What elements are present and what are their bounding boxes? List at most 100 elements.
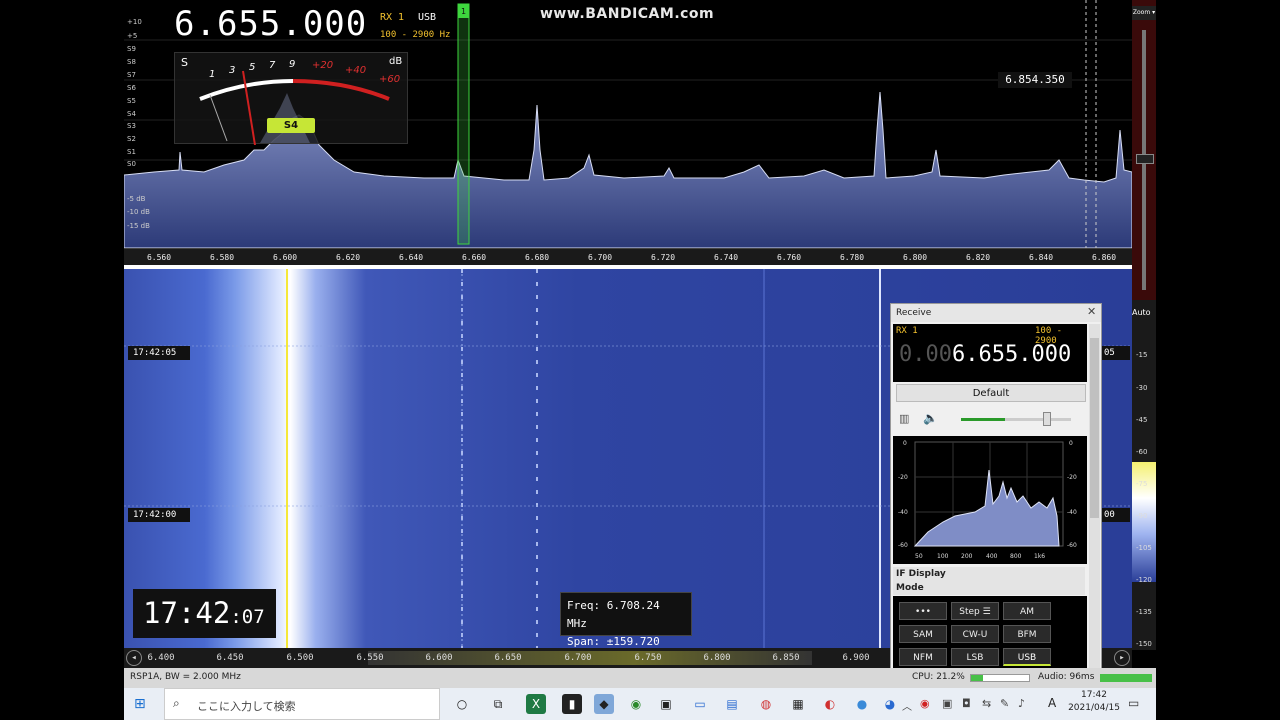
if-x-label: 800: [1010, 553, 1022, 560]
tray-app-icon[interactable]: ▣: [942, 697, 952, 710]
tray-chevron-icon[interactable]: ︿: [902, 698, 912, 713]
windows-taskbar: ⊞ ⌕ ここに入力して検索 ○ ⧉ X ▮ ◆ ◉ ▣ ▭ ▤ ◍ ▦ ◐ ● …: [124, 688, 1156, 720]
close-icon[interactable]: ✕: [1087, 305, 1096, 318]
if-spectrum: 0 -20 -40 -60 0 -20 -40 -60 50 100 200 4…: [893, 436, 1087, 564]
pen-icon[interactable]: ✎: [1000, 697, 1009, 710]
mode-lsb-button[interactable]: LSB: [951, 648, 999, 666]
taskbar-clock[interactable]: 17:42 2021/04/15: [1064, 690, 1124, 713]
speaker-icon[interactable]: 🔈: [923, 411, 938, 425]
radio-app-icon[interactable]: ◍: [756, 694, 776, 714]
db-scale-label: +10: [127, 18, 142, 26]
note-app-icon[interactable]: ◆: [594, 694, 614, 714]
level-scale-label: -105: [1136, 544, 1152, 552]
if-y-label: -20: [898, 474, 908, 481]
camera-icon[interactable]: ◘: [962, 697, 971, 710]
app-icon-blue[interactable]: ●: [852, 694, 872, 714]
volume-slider-handle[interactable]: [1043, 412, 1051, 426]
remote-desktop-icon[interactable]: ▭: [690, 694, 710, 714]
if-x-label: 1k6: [1034, 553, 1046, 560]
s-meter-s-label: S: [181, 56, 188, 69]
level-scale-label: -135: [1136, 608, 1152, 616]
ruler-tick-label: 6.660: [461, 253, 487, 262]
ruler-tick-label: 6.620: [335, 253, 361, 262]
level-scale-label: -120: [1136, 576, 1152, 584]
mode-usb-button[interactable]: USB: [1003, 648, 1051, 666]
default-profile-button[interactable]: Default: [896, 384, 1086, 402]
zoom-slider-handle[interactable]: [1136, 154, 1154, 164]
device-status: RSP1A, BW = 2.000 MHz: [130, 672, 241, 682]
overview-tick-label: 6.450: [216, 653, 244, 663]
db-scale-label: S3: [127, 122, 136, 130]
more-modes-button[interactable]: •••: [899, 602, 947, 620]
receive-panel-scrollbar[interactable]: [1089, 324, 1100, 669]
scroll-left-icon[interactable]: ◂: [126, 650, 142, 666]
mode-sam-button[interactable]: SAM: [899, 625, 947, 643]
scroll-right-icon[interactable]: ▸: [1114, 650, 1130, 666]
level-scale-label: -45: [1136, 416, 1148, 424]
step-button[interactable]: Step ☰: [951, 602, 999, 620]
if-spectrum-plot: [913, 441, 1064, 547]
level-scale-label: -90: [1136, 512, 1148, 520]
mode-am-button[interactable]: AM: [1003, 602, 1051, 620]
app-icon[interactable]: ▮: [562, 694, 582, 714]
mode-nfm-button[interactable]: NFM: [899, 648, 947, 666]
explorer-icon[interactable]: ▤: [722, 694, 742, 714]
audio-status: Audio: 96ms: [1038, 672, 1095, 682]
receive-panel-title[interactable]: Receive: [891, 304, 1101, 322]
ruler-tick-label: 6.560: [146, 253, 172, 262]
mode-section[interactable]: Mode: [893, 581, 1085, 595]
cortana-icon[interactable]: ○: [452, 694, 472, 714]
waterfall-timestamp: 17:42:00: [128, 508, 190, 522]
ime-indicator[interactable]: A: [1048, 696, 1056, 710]
app-icon-red[interactable]: ◐: [820, 694, 840, 714]
mode-bfm-button[interactable]: BFM: [1003, 625, 1051, 643]
volume-icon[interactable]: ♪: [1018, 697, 1025, 710]
level-scale-label: -75: [1136, 480, 1148, 488]
spectrum-frequency-ruler[interactable]: 6.560 6.580 6.600 6.620 6.640 6.660 6.680 6.700…: [124, 248, 1132, 266]
overview-tick-label: 6.800: [703, 653, 731, 663]
s-meter-db-label: dB: [389, 56, 403, 67]
network-icon[interactable]: ⇆: [982, 697, 991, 710]
ruler-tick-label: 6.800: [902, 253, 928, 262]
cpu-status: CPU: 21.2%: [912, 672, 965, 682]
mode-cwu-button[interactable]: CW-U: [951, 625, 999, 643]
scrollbar-thumb[interactable]: [1090, 338, 1099, 518]
receive-frequency-display[interactable]: RX 1 100 - 2900 0.006.655.000: [893, 324, 1087, 382]
zoom-dropdown[interactable]: Zoom ▾: [1132, 6, 1156, 20]
app-icon-sphere[interactable]: ◕: [880, 694, 900, 714]
level-scale-label: -30: [1136, 384, 1148, 392]
main-frequency-display[interactable]: 6.655.000: [174, 4, 367, 44]
ruler-tick-label: 6.680: [524, 253, 550, 262]
db-scale-label: -15 dB: [127, 222, 150, 230]
db-scale-label: S6: [127, 84, 136, 92]
db-scale-label: S9: [127, 45, 136, 53]
auto-level-button[interactable]: Auto: [1132, 308, 1156, 317]
if-x-label: 100: [937, 553, 949, 560]
if-x-label: 400: [986, 553, 998, 560]
excel-icon[interactable]: X: [526, 694, 546, 714]
receive-freq-dim: 0.00: [899, 342, 952, 367]
level-scale-label: -150: [1136, 640, 1152, 648]
ruler-tick-label: 6.820: [965, 253, 991, 262]
window-app-icon[interactable]: ▣: [656, 694, 676, 714]
overview-tick-label: 6.750: [634, 653, 662, 663]
record-icon[interactable]: ◉: [920, 697, 930, 710]
ruler-tick-label: 6.720: [650, 253, 676, 262]
bars-icon[interactable]: ▥: [899, 412, 909, 425]
taskbar-search-box[interactable]: ⌕ ここに入力して検索: [164, 688, 440, 720]
db-scale-label: S2: [127, 135, 136, 143]
s-meter-reading: S4: [267, 118, 315, 133]
windows-start-icon[interactable]: ⊞: [134, 696, 146, 712]
ruler-tick-label: 6.780: [839, 253, 865, 262]
level-scale-label: -15: [1136, 351, 1148, 359]
task-view-icon[interactable]: ⧉: [488, 694, 508, 714]
clock-seconds: :07: [230, 606, 265, 628]
globe-icon[interactable]: ◉: [626, 694, 646, 714]
if-display-section[interactable]: IF Display: [893, 567, 1085, 581]
media-app-icon[interactable]: ▦: [788, 694, 808, 714]
notification-icon[interactable]: ▭: [1128, 696, 1139, 710]
if-x-label: 200: [961, 553, 973, 560]
waterfall-timestamp-right: 00: [1100, 508, 1130, 522]
s-scale-1: 1: [209, 69, 216, 80]
s-scale-plus20: +20: [312, 60, 334, 71]
